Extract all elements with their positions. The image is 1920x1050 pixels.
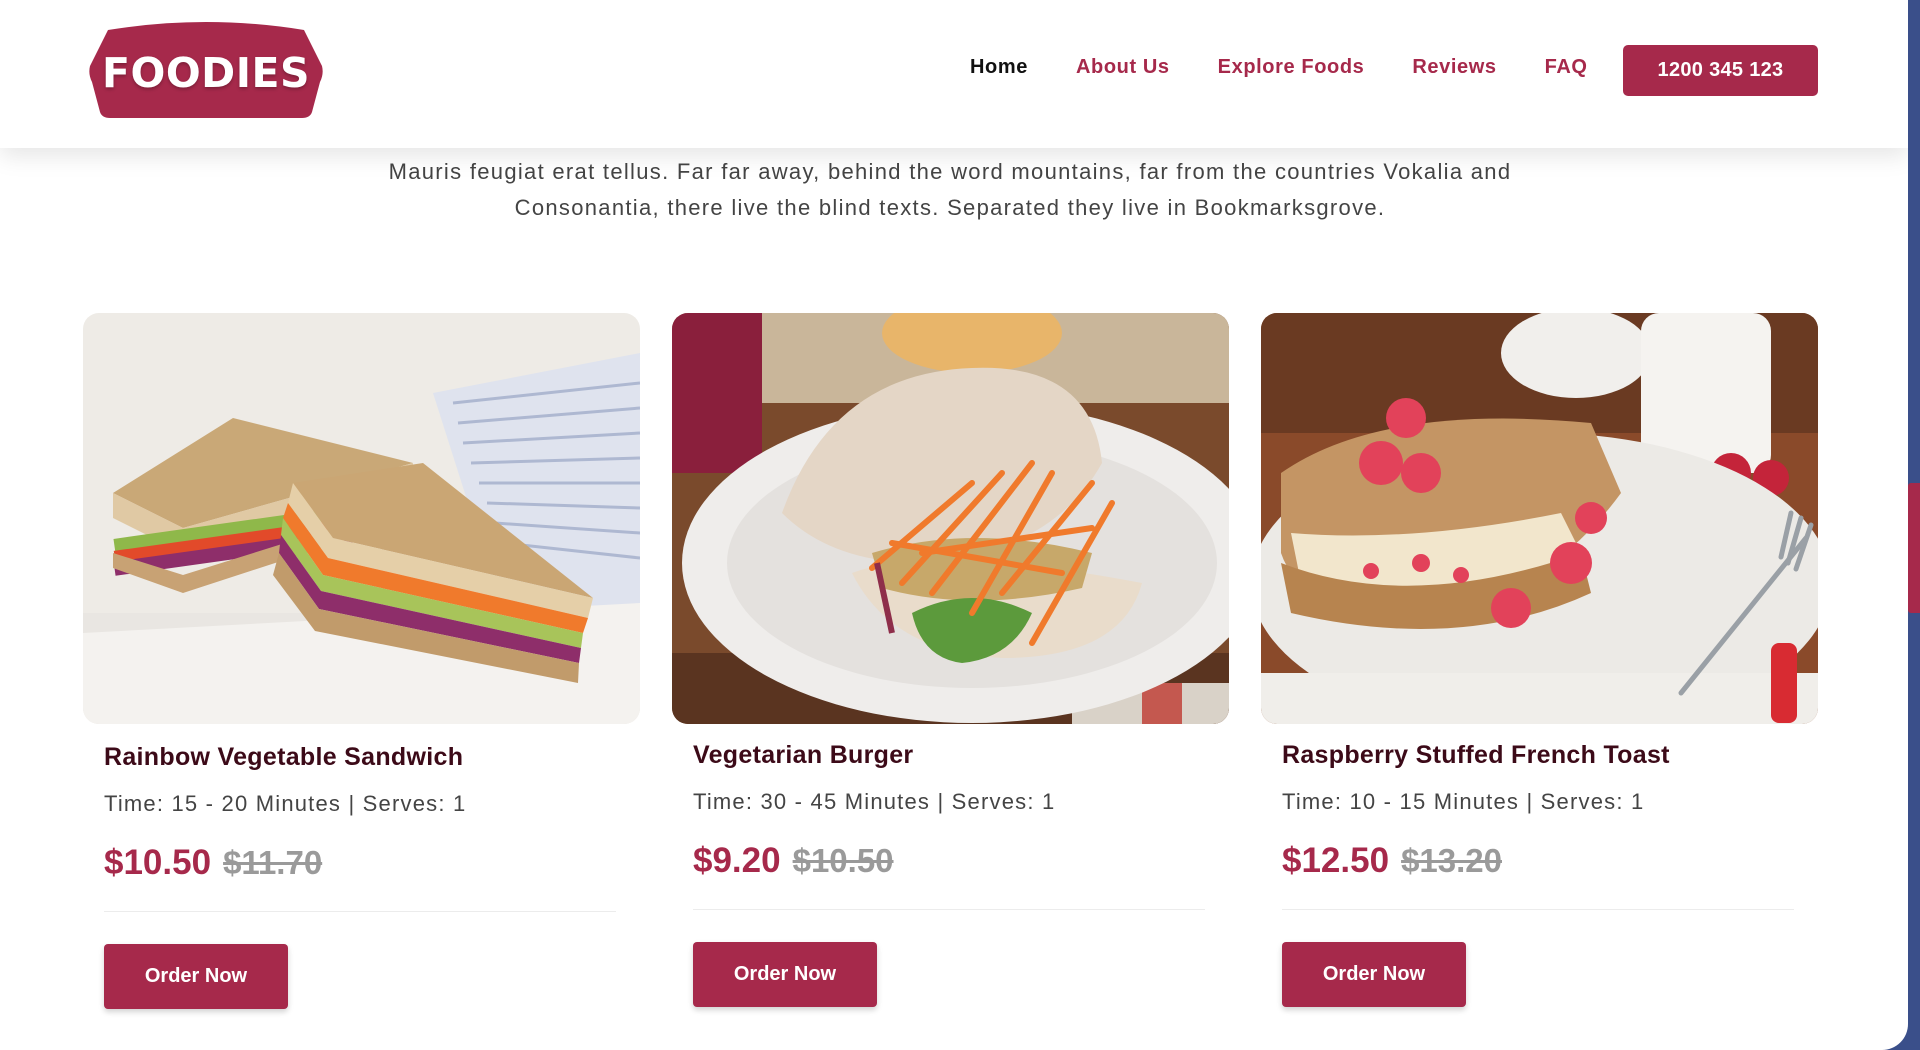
divider: [693, 909, 1205, 910]
card-meta: Time: 15 - 20 Minutes | Serves: 1: [104, 791, 467, 816]
intro-text: Mauris feugiat erat tellus. Far far away…: [360, 154, 1540, 226]
old-price: $10.50: [792, 842, 894, 879]
card-meta: Time: 30 - 45 Minutes | Serves: 1: [693, 789, 1056, 814]
phone-button[interactable]: 1200 345 123: [1623, 45, 1818, 96]
nav-reviews[interactable]: Reviews: [1412, 56, 1496, 79]
vegetarian-burger-photo: [672, 313, 1229, 724]
card-title: Rainbow Vegetable Sandwich: [104, 743, 464, 771]
order-now-button[interactable]: Order Now: [1282, 942, 1466, 1007]
order-now-button[interactable]: Order Now: [693, 942, 877, 1007]
order-now-button[interactable]: Order Now: [104, 944, 288, 1009]
current-price: $9.20: [693, 841, 781, 880]
page: FOODIES Home About Us Explore Foods Revi…: [0, 0, 1908, 1050]
card-title: Vegetarian Burger: [693, 741, 914, 769]
nav-about-us[interactable]: About Us: [1076, 56, 1170, 79]
price-row: $10.50 $11.70: [104, 843, 322, 883]
food-card-burger: Vegetarian Burger Time: 30 - 45 Minutes …: [672, 313, 1229, 1007]
food-card-french-toast: Raspberry Stuffed French Toast Time: 10 …: [1261, 313, 1818, 1007]
old-price: $11.70: [223, 844, 323, 881]
nav-explore-foods[interactable]: Explore Foods: [1218, 56, 1365, 79]
card-meta: Time: 10 - 15 Minutes | Serves: 1: [1282, 789, 1645, 814]
current-price: $10.50: [104, 843, 212, 882]
nav-home[interactable]: Home: [970, 56, 1028, 79]
rainbow-vegetable-sandwich-photo: [83, 313, 640, 724]
price-row: $12.50 $13.20: [1282, 841, 1502, 881]
site-header: FOODIES Home About Us Explore Foods Revi…: [0, 0, 1908, 148]
site-logo[interactable]: FOODIES: [86, 20, 326, 120]
intro-line-2: Consonantia, there live the blind texts.…: [514, 195, 1386, 220]
price-row: $9.20 $10.50: [693, 841, 894, 881]
card-title: Raspberry Stuffed French Toast: [1282, 741, 1670, 769]
main-nav: Home About Us Explore Foods Reviews FAQ: [970, 56, 1636, 79]
side-scroll-tab[interactable]: [1908, 483, 1920, 613]
logo-text: FOODIES: [101, 49, 311, 97]
nav-faq[interactable]: FAQ: [1545, 56, 1588, 79]
intro-line-1: Mauris feugiat erat tellus. Far far away…: [388, 159, 1512, 184]
old-price: $13.20: [1401, 842, 1502, 879]
divider: [1282, 909, 1794, 910]
current-price: $12.50: [1282, 841, 1390, 880]
divider: [104, 911, 616, 912]
raspberry-french-toast-photo: [1261, 313, 1818, 724]
food-card-sandwich: Rainbow Vegetable Sandwich Time: 15 - 20…: [83, 313, 640, 1009]
